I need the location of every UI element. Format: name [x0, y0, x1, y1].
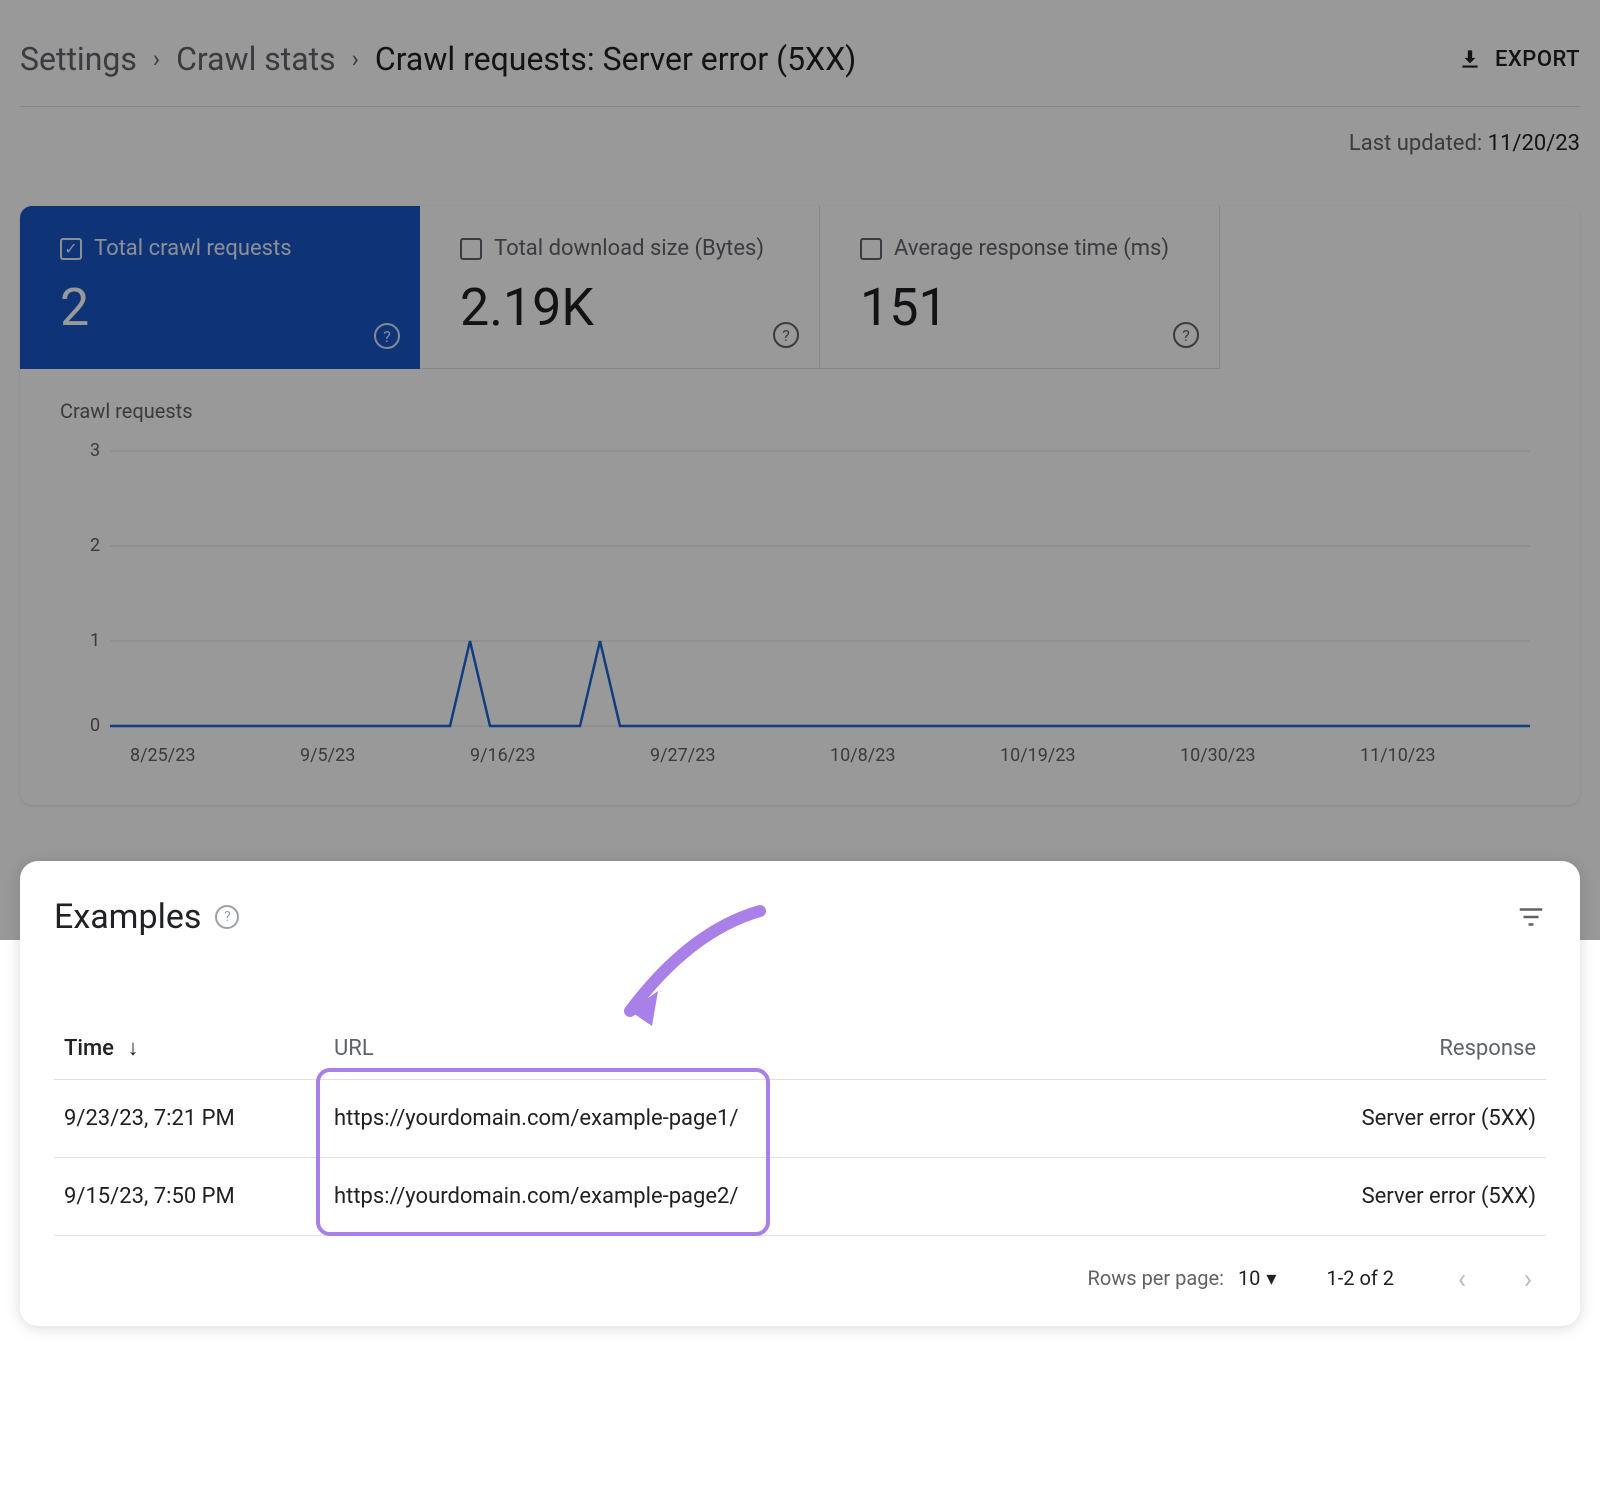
table-row[interactable]: 9/15/23, 7:50 PM https://yourdomain.com/… — [54, 1158, 1546, 1236]
next-page-button[interactable]: › — [1510, 1260, 1546, 1296]
column-header-response[interactable]: Response — [1306, 1017, 1546, 1080]
breadcrumb-item-current: Crawl requests: Server error (5XX) — [375, 40, 856, 78]
svg-text:11/10/23: 11/10/23 — [1360, 745, 1436, 766]
examples-title: Examples — [54, 897, 201, 937]
dropdown-arrow-icon: ▾ — [1266, 1266, 1276, 1290]
metric-total-crawl-requests[interactable]: Total crawl requests 2 ? — [20, 206, 420, 369]
header: Settings › Crawl stats › Crawl requests:… — [20, 20, 1580, 107]
metric-value: 2.19K — [460, 277, 789, 338]
breadcrumb-item-crawl-stats[interactable]: Crawl stats — [176, 40, 336, 78]
examples-card: Examples ? Time ↓ URL Response — [20, 861, 1580, 1326]
metrics-card: Total crawl requests 2 ? Total download … — [20, 206, 1580, 805]
breadcrumb-item-settings[interactable]: Settings — [20, 40, 137, 78]
svg-text:0: 0 — [90, 715, 100, 736]
chart-area: Crawl requests 3 2 1 0 8/25/23 9/5/23 9/… — [20, 369, 1580, 775]
cell-response: Server error (5XX) — [1306, 1158, 1546, 1236]
cell-url: https://yourdomain.com/example-page1/ — [324, 1080, 1306, 1158]
help-icon[interactable]: ? — [1173, 322, 1199, 348]
metric-value: 151 — [860, 277, 1189, 338]
last-updated: Last updated: 11/20/23 — [20, 107, 1580, 206]
pager: Rows per page: 10 ▾ 1-2 of 2 ‹ › — [54, 1236, 1546, 1296]
metric-label: Average response time (ms) — [894, 236, 1169, 261]
filter-icon[interactable] — [1516, 902, 1546, 932]
checkbox-checked-icon — [60, 238, 82, 260]
svg-text:9/16/23: 9/16/23 — [470, 745, 535, 766]
help-icon[interactable]: ? — [374, 323, 400, 349]
metric-label: Total crawl requests — [94, 236, 292, 261]
checkbox-icon — [860, 238, 882, 260]
export-button[interactable]: EXPORT — [1457, 46, 1580, 72]
svg-text:2: 2 — [90, 535, 100, 556]
column-header-url[interactable]: URL — [324, 1017, 1306, 1080]
breadcrumb: Settings › Crawl stats › Crawl requests:… — [20, 40, 856, 78]
svg-text:10/8/23: 10/8/23 — [830, 745, 895, 766]
table-row[interactable]: 9/23/23, 7:21 PM https://yourdomain.com/… — [54, 1080, 1546, 1158]
metric-label: Total download size (Bytes) — [494, 236, 764, 261]
rows-per-page-select[interactable]: 10 ▾ — [1238, 1266, 1277, 1290]
export-label: EXPORT — [1495, 47, 1580, 72]
svg-text:10/19/23: 10/19/23 — [1000, 745, 1076, 766]
svg-text:9/27/23: 9/27/23 — [650, 745, 715, 766]
rows-per-page-label: Rows per page: — [1088, 1266, 1224, 1290]
svg-text:1: 1 — [90, 630, 100, 651]
checkbox-icon — [460, 238, 482, 260]
help-icon[interactable]: ? — [215, 905, 239, 929]
examples-table: Time ↓ URL Response 9/23/23, 7:21 PM htt… — [54, 1017, 1546, 1236]
metric-value: 2 — [60, 277, 390, 338]
cell-time: 9/15/23, 7:50 PM — [54, 1158, 324, 1236]
download-icon — [1457, 46, 1483, 72]
sort-desc-arrow-icon: ↓ — [127, 1036, 138, 1061]
metric-avg-response-time[interactable]: Average response time (ms) 151 ? — [820, 206, 1220, 369]
svg-text:9/5/23: 9/5/23 — [300, 745, 355, 766]
cell-time: 9/23/23, 7:21 PM — [54, 1080, 324, 1158]
prev-page-button[interactable]: ‹ — [1444, 1260, 1480, 1296]
cell-url: https://yourdomain.com/example-page2/ — [324, 1158, 1306, 1236]
help-icon[interactable]: ? — [773, 322, 799, 348]
metric-total-download-size[interactable]: Total download size (Bytes) 2.19K ? — [420, 206, 820, 369]
column-header-time[interactable]: Time ↓ — [54, 1017, 324, 1080]
chevron-right-icon: › — [153, 45, 160, 73]
svg-text:3: 3 — [90, 440, 100, 461]
svg-text:8/25/23: 8/25/23 — [130, 745, 195, 766]
crawl-requests-chart: 3 2 1 0 8/25/23 9/5/23 9/16/23 9/27/23 1… — [60, 431, 1540, 771]
svg-text:10/30/23: 10/30/23 — [1180, 745, 1256, 766]
cell-response: Server error (5XX) — [1306, 1080, 1546, 1158]
chart-title: Crawl requests — [60, 399, 1540, 423]
chevron-right-icon: › — [352, 45, 359, 73]
pager-range: 1-2 of 2 — [1326, 1266, 1394, 1290]
